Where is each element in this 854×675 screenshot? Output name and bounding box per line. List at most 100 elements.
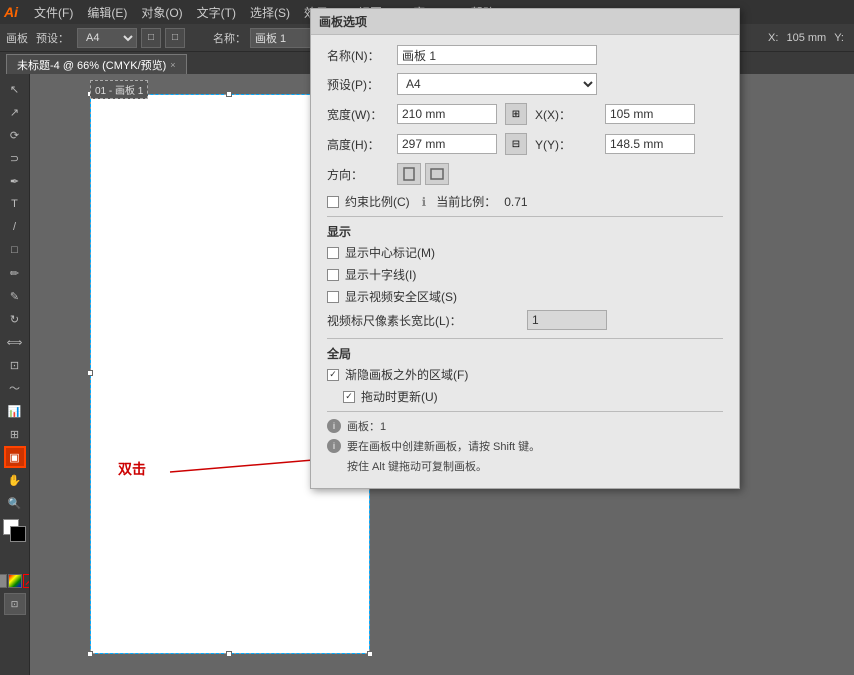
info-icon-2: i <box>327 439 341 453</box>
type-tool[interactable]: T <box>4 193 26 215</box>
dialog-height-y-row: 高度(H)： ⊟ Y(Y)： <box>327 133 723 155</box>
dialog-preset-row: 预设(P)： A4 <box>327 73 723 95</box>
video-ratio-input[interactable] <box>527 310 607 330</box>
dialog-y-input[interactable] <box>605 134 695 154</box>
global-section-title: 全局 <box>327 345 723 362</box>
landscape-btn[interactable] <box>425 163 449 185</box>
info-artboard-count-label: 画板：1 <box>347 418 386 434</box>
dialog-x-label: X(X)： <box>535 106 605 123</box>
current-ratio-value: 0.71 <box>504 195 527 209</box>
fade-outside-label: 渐隐画板之外的区域(F) <box>345 366 468 383</box>
double-click-annotation: 双击 <box>118 459 146 479</box>
zoom-tool[interactable]: 🔍 <box>4 492 26 514</box>
dialog-orient-row: 方向： <box>327 163 723 185</box>
show-center-label: 显示中心标记(M) <box>345 244 435 261</box>
menu-edit[interactable]: 编辑(E) <box>81 2 133 23</box>
preset-select[interactable]: A4 <box>77 28 137 48</box>
handle-bl[interactable] <box>87 651 93 657</box>
constraint-label: 约束比例(C) <box>345 193 410 210</box>
dialog-divider-1 <box>327 216 723 217</box>
show-cross-checkbox[interactable] <box>327 269 339 281</box>
video-ratio-row: 视频标尺像素长宽比(L)： <box>327 310 723 330</box>
show-center-row: 显示中心标记(M) <box>327 244 723 261</box>
scale-tool[interactable]: ⊡ <box>4 354 26 376</box>
info-icon-1: i <box>327 419 341 433</box>
dialog-orient-label: 方向： <box>327 166 397 183</box>
column-chart-tool[interactable]: 📊 <box>4 400 26 422</box>
dialog-name-label: 名称(N)： <box>327 47 397 64</box>
info-row-3: 按住 Alt 键拖动可复制画板。 <box>327 458 723 474</box>
canvas-view-btn[interactable]: ⊡ <box>4 593 26 615</box>
show-video-checkbox[interactable] <box>327 291 339 303</box>
paintbrush-tool[interactable]: ✏ <box>4 262 26 284</box>
info-row-1: i 画板：1 <box>327 418 723 434</box>
mirror-tool[interactable]: ⟺ <box>4 331 26 353</box>
none-swatch[interactable] <box>0 574 7 588</box>
constraint-checkbox[interactable] <box>327 196 339 208</box>
portrait-btn[interactable] <box>397 163 421 185</box>
lasso-tool[interactable]: ⊃ <box>4 147 26 169</box>
show-video-label: 显示视频安全区域(S) <box>345 288 457 305</box>
dialog-name-input[interactable] <box>397 45 597 65</box>
handle-tm[interactable] <box>226 91 232 97</box>
warp-tool[interactable]: 〜 <box>4 377 26 399</box>
direct-selection-tool[interactable]: ↗ <box>4 101 26 123</box>
name-label: 名称： <box>213 30 246 46</box>
dialog-y-label: Y(Y)： <box>535 136 605 153</box>
dialog-name-row: 名称(N)： <box>327 45 723 65</box>
link-dimensions-btn2[interactable]: ⊟ <box>505 133 527 155</box>
hand-tool[interactable]: ✋ <box>4 469 26 491</box>
fade-outside-row: 渐隐画板之外的区域(F) <box>327 366 723 383</box>
menu-file[interactable]: 文件(F) <box>28 2 79 23</box>
handle-br[interactable] <box>367 651 373 657</box>
line-tool[interactable]: / <box>4 216 26 238</box>
rect-tool[interactable]: □ <box>4 239 26 261</box>
show-cross-label: 显示十字线(I) <box>345 266 416 283</box>
app-logo: Ai <box>4 4 18 20</box>
selection-tool[interactable]: ↖ <box>4 78 26 100</box>
rotate-tool[interactable]: ↻ <box>4 308 26 330</box>
menu-type[interactable]: 文字(T) <box>191 2 242 23</box>
color-swatch-group[interactable] <box>3 519 27 543</box>
dialog-title-bar[interactable]: 画板选项 <box>311 9 739 35</box>
no-color-swatch[interactable] <box>23 574 31 588</box>
dialog-body: 名称(N)： 预设(P)： A4 宽度(W)： ⊞ X(X)： 高度(H)： ⊟… <box>311 35 739 488</box>
update-drag-row: 拖动时更新(U) <box>343 388 723 405</box>
current-ratio-label: 当前比例： <box>436 193 496 210</box>
pen-tool[interactable]: ✒ <box>4 170 26 192</box>
menu-object[interactable]: 对象(O) <box>135 2 188 23</box>
dialog-preset-select[interactable]: A4 <box>397 73 597 95</box>
x-coord-label: X: <box>768 32 778 44</box>
dialog-width-input[interactable] <box>397 104 497 124</box>
artboard-label: 01 - 画板 1 <box>90 80 148 99</box>
tab-close-btn[interactable]: × <box>170 60 175 70</box>
dialog-height-input[interactable] <box>397 134 497 154</box>
toolbar-icon-btn-1[interactable]: □ <box>141 28 161 48</box>
slice-tool[interactable]: ⊞ <box>4 423 26 445</box>
info-row-2: i 要在画板中创建新画板，请按 Shift 键。 <box>327 438 723 454</box>
menu-select[interactable]: 选择(S) <box>244 2 296 23</box>
show-center-checkbox[interactable] <box>327 247 339 259</box>
dialog-divider-3 <box>327 411 723 412</box>
video-ratio-label: 视频标尺像素长宽比(L)： <box>327 312 527 329</box>
document-tab[interactable]: 未标题-4 @ 66% (CMYK/预览) × <box>6 54 187 74</box>
dialog-constraint-row: 约束比例(C) ℹ 当前比例： 0.71 <box>327 193 723 210</box>
artboard-tool[interactable]: ▣ <box>4 446 26 468</box>
handle-ml[interactable] <box>87 370 93 376</box>
toolbar-icon-btn-2[interactable]: □ <box>165 28 185 48</box>
handle-bm[interactable] <box>226 651 232 657</box>
link-dimensions-btn[interactable]: ⊞ <box>505 103 527 125</box>
magic-wand-tool[interactable]: ⟳ <box>4 124 26 146</box>
update-drag-checkbox[interactable] <box>343 391 355 403</box>
dialog-x-input[interactable] <box>605 104 695 124</box>
dialog-height-label: 高度(H)： <box>327 136 397 153</box>
fade-outside-checkbox[interactable] <box>327 369 339 381</box>
panel-label: 画板 <box>6 30 28 46</box>
dialog-width-x-row: 宽度(W)： ⊞ X(X)： <box>327 103 723 125</box>
dialog-preset-label: 预设(P)： <box>327 76 397 93</box>
info-text-3: 按住 Alt 键拖动可复制画板。 <box>347 458 487 474</box>
show-cross-row: 显示十字线(I) <box>327 266 723 283</box>
preset-label: 预设： <box>36 30 69 46</box>
pencil-tool[interactable]: ✎ <box>4 285 26 307</box>
gradient-swatch[interactable] <box>8 574 22 588</box>
